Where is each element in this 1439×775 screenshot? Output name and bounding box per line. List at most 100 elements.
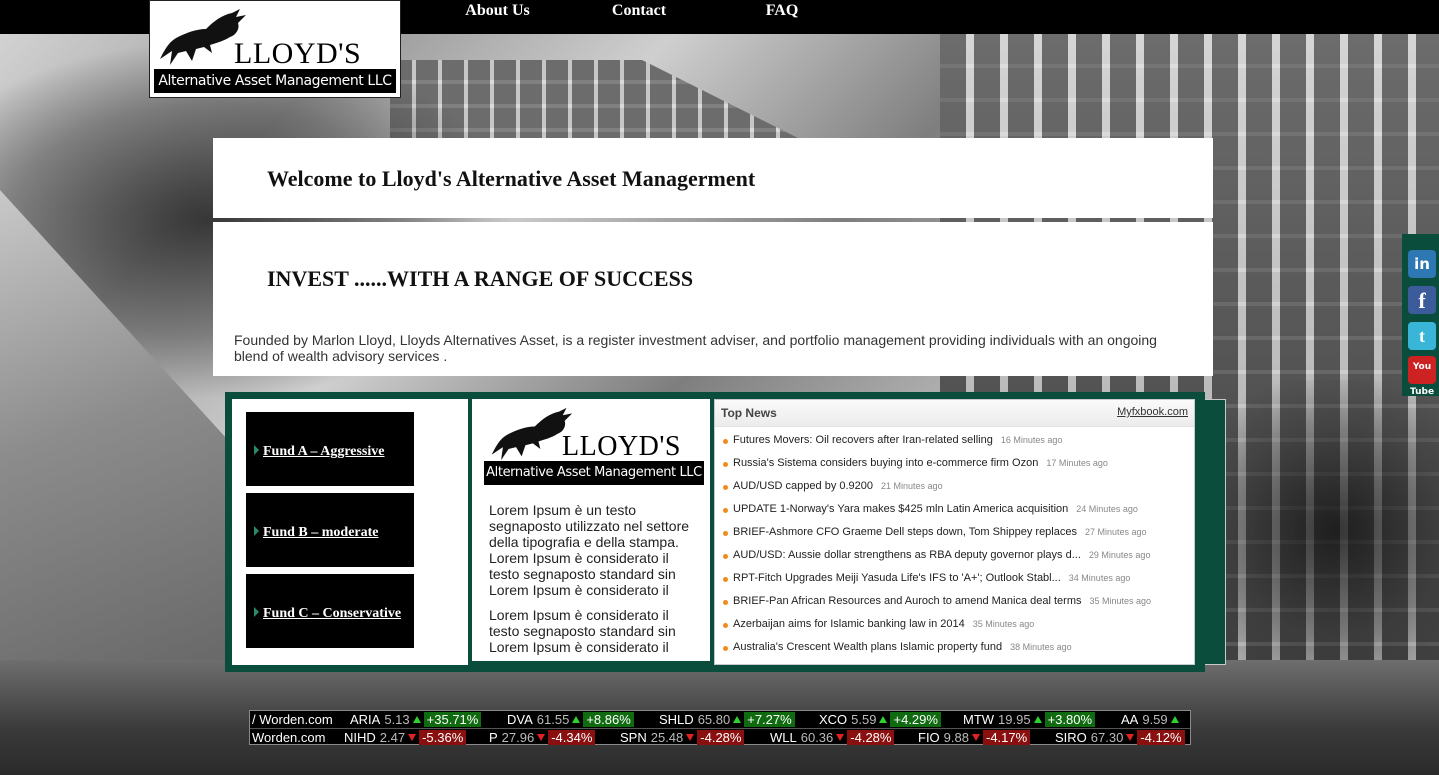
logo-tagline: Alternative Asset Management LLC xyxy=(484,461,704,485)
bullet-icon xyxy=(723,531,728,536)
ticker-symbol: SIRO xyxy=(1055,730,1087,745)
fund-b-label[interactable]: Fund B – moderate xyxy=(263,525,379,541)
news-item[interactable]: BRIEF-Pan African Resources and Auroch t… xyxy=(721,595,1191,618)
bullet-icon xyxy=(723,439,728,444)
fund-c-link[interactable]: Fund C – Conservative xyxy=(246,574,414,648)
logo-tagline: Alternative Asset Management LLC xyxy=(154,69,396,93)
ticker-item[interactable]: FIO 9.88 -4.17% xyxy=(918,729,1031,745)
news-headline[interactable]: Australia's Crescent Wealth plans Islami… xyxy=(733,641,1072,653)
news-item[interactable]: Futures Movers: Oil recovers after Iran-… xyxy=(721,434,1191,457)
news-headline-text[interactable]: AUD/USD capped by 0.9200 xyxy=(733,480,873,492)
welcome-title: Welcome to Lloyd's Alternative Asset Man… xyxy=(267,166,756,191)
news-headline[interactable]: BRIEF-Pan African Resources and Auroch t… xyxy=(733,595,1151,607)
news-headline-text[interactable]: Futures Movers: Oil recovers after Iran-… xyxy=(733,434,993,446)
ticker-source[interactable]: Worden.com xyxy=(252,729,325,745)
news-headline[interactable]: AUD/USD capped by 0.9200 21 Minutes ago xyxy=(733,480,943,492)
ticker-item[interactable]: SIRO 67.30 -4.12% xyxy=(1055,729,1185,745)
ticker-symbol: SHLD xyxy=(659,712,694,727)
news-item[interactable]: AUD/USD: Aussie dollar strengthens as RB… xyxy=(721,549,1191,572)
ticker-item[interactable]: XCO 5.59 +4.29% xyxy=(819,711,941,728)
welcome-panel: Welcome to Lloyd's Alternative Asset Man… xyxy=(213,138,1213,218)
news-headline-text[interactable]: AUD/USD: Aussie dollar strengthens as RB… xyxy=(733,549,1081,561)
ticker-price: 19.95 xyxy=(998,712,1031,727)
news-headline[interactable]: UPDATE 1-Norway's Yara makes $425 mln La… xyxy=(733,503,1138,515)
bullet-icon xyxy=(723,485,728,490)
nav-about-us[interactable]: About Us xyxy=(420,0,575,34)
news-timestamp: 34 Minutes ago xyxy=(1068,573,1131,583)
news-item[interactable]: Azerbaijan aims for Islamic banking law … xyxy=(721,618,1191,641)
youtube-glyph: You Tube xyxy=(1408,356,1436,397)
news-headline[interactable]: AUD/USD: Aussie dollar strengthens as RB… xyxy=(733,549,1150,561)
news-headline[interactable]: BRIEF-Ashmore CFO Graeme Dell steps down… xyxy=(733,526,1147,538)
news-item[interactable]: RPT-Fitch Upgrades Meiji Yasuda Life's I… xyxy=(721,572,1191,595)
news-timestamp: 29 Minutes ago xyxy=(1088,550,1151,560)
fund-a-label[interactable]: Fund A – Aggressive xyxy=(263,444,385,460)
ticker-item[interactable]: SPN 25.48 -4.28% xyxy=(620,729,745,745)
ticker-item[interactable]: SHLD 65.80 +7.27% xyxy=(659,711,795,728)
linkedin-icon[interactable]: in xyxy=(1408,250,1436,278)
arrow-down-icon xyxy=(1126,734,1135,741)
ticker-item[interactable]: NIHD 2.47 -5.36% xyxy=(344,729,467,745)
nav-faq[interactable]: FAQ xyxy=(703,0,861,34)
news-headline[interactable]: Futures Movers: Oil recovers after Iran-… xyxy=(733,434,1062,446)
ticker-item[interactable]: AA 9.59 xyxy=(1121,711,1182,728)
ticker-price: 9.59 xyxy=(1142,712,1168,727)
ticker-row-gainers: / Worden.com ARIA 5.13 +35.71% DVA 61.55 +8.8… xyxy=(250,711,1190,728)
arrow-up-icon xyxy=(733,716,742,723)
ticker-symbol: WLL xyxy=(770,730,797,745)
ticker-item[interactable]: ARIA 5.13 +35.71% xyxy=(350,711,482,728)
fund-c-label[interactable]: Fund C – Conservative xyxy=(263,606,401,622)
stock-ticker[interactable]: / Worden.com ARIA 5.13 +35.71% DVA 61.55 +8.8… xyxy=(249,710,1191,745)
news-headline-text[interactable]: Azerbaijan aims for Islamic banking law … xyxy=(733,618,965,630)
nav-contact[interactable]: Contact xyxy=(575,0,703,34)
ticker-price: 61.55 xyxy=(536,712,570,727)
news-headline-text[interactable]: BRIEF-Ashmore CFO Graeme Dell steps down… xyxy=(733,526,1077,538)
bullet-icon xyxy=(723,600,728,605)
ticker-symbol: P xyxy=(489,730,498,745)
fund-a-link[interactable]: Fund A – Aggressive xyxy=(246,412,414,486)
ticker-price: 2.47 xyxy=(379,730,406,745)
facebook-icon[interactable]: f xyxy=(1408,286,1436,314)
ticker-item[interactable]: DVA 61.55 +8.86% xyxy=(507,711,634,728)
fund-b-link[interactable]: Fund B – moderate xyxy=(246,493,414,567)
ticker-change: -4.17% xyxy=(982,730,1031,745)
myfxbook-link[interactable]: Myfxbook.com xyxy=(1117,406,1188,418)
ticker-change: +35.71% xyxy=(423,712,482,727)
news-item[interactable]: Russia's Sistema considers buying into e… xyxy=(721,457,1191,480)
news-headline[interactable]: RPT-Fitch Upgrades Meiji Yasuda Life's I… xyxy=(733,572,1130,584)
news-headline-text[interactable]: UPDATE 1-Norway's Yara makes $425 mln La… xyxy=(733,503,1068,515)
news-headline-text[interactable]: Australia's Crescent Wealth plans Islami… xyxy=(733,641,1002,653)
news-headline[interactable]: Russia's Sistema considers buying into e… xyxy=(733,457,1108,469)
news-headline-text[interactable]: RPT-Fitch Upgrades Meiji Yasuda Life's I… xyxy=(733,572,1061,584)
ticker-source[interactable]: / Worden.com xyxy=(252,711,333,728)
news-headline[interactable]: Azerbaijan aims for Islamic banking law … xyxy=(733,618,1034,630)
news-item[interactable]: AUD/USD capped by 0.9200 21 Minutes ago xyxy=(721,480,1191,503)
ticker-item[interactable]: MTW 19.95 +3.80% xyxy=(963,711,1096,728)
logo-name: LLOYD'S xyxy=(234,37,362,70)
lorem-paragraph-2: Lorem Ipsum è considerato il testo segna… xyxy=(489,607,676,655)
ticker-symbol: DVA xyxy=(507,712,533,727)
bullet-icon xyxy=(723,508,728,513)
news-list: Futures Movers: Oil recovers after Iran-… xyxy=(721,434,1191,664)
ticker-price: 67.30 xyxy=(1090,730,1124,745)
news-item[interactable]: UPDATE 1-Norway's Yara makes $425 mln La… xyxy=(721,503,1191,526)
news-item[interactable]: Australia's Crescent Wealth plans Islami… xyxy=(721,641,1191,664)
ticker-price: 27.96 xyxy=(501,730,535,745)
bullet-icon xyxy=(723,623,728,628)
news-item[interactable]: BRIEF-Ashmore CFO Graeme Dell steps down… xyxy=(721,526,1191,549)
twitter-icon[interactable]: t xyxy=(1408,322,1436,350)
youtube-bottom: Tube xyxy=(1409,387,1435,397)
news-headline-text[interactable]: BRIEF-Pan African Resources and Auroch t… xyxy=(733,595,1082,607)
news-timestamp: 16 Minutes ago xyxy=(1000,435,1063,445)
ticker-price: 25.48 xyxy=(650,730,684,745)
youtube-top: You xyxy=(1412,362,1432,372)
site-logo[interactable]: LLOYD'S Alternative Asset Management LLC xyxy=(149,0,401,98)
ticker-item[interactable]: WLL 60.36 -4.28% xyxy=(770,729,895,745)
arrow-down-icon xyxy=(537,734,546,741)
youtube-icon[interactable]: You Tube xyxy=(1408,356,1436,397)
news-headline-text[interactable]: Russia's Sistema considers buying into e… xyxy=(733,457,1038,469)
arrow-down-icon xyxy=(836,734,845,741)
ticker-change: +3.80% xyxy=(1044,712,1096,727)
bullet-icon xyxy=(723,646,728,651)
ticker-item[interactable]: P 27.96 -4.34% xyxy=(489,729,596,745)
